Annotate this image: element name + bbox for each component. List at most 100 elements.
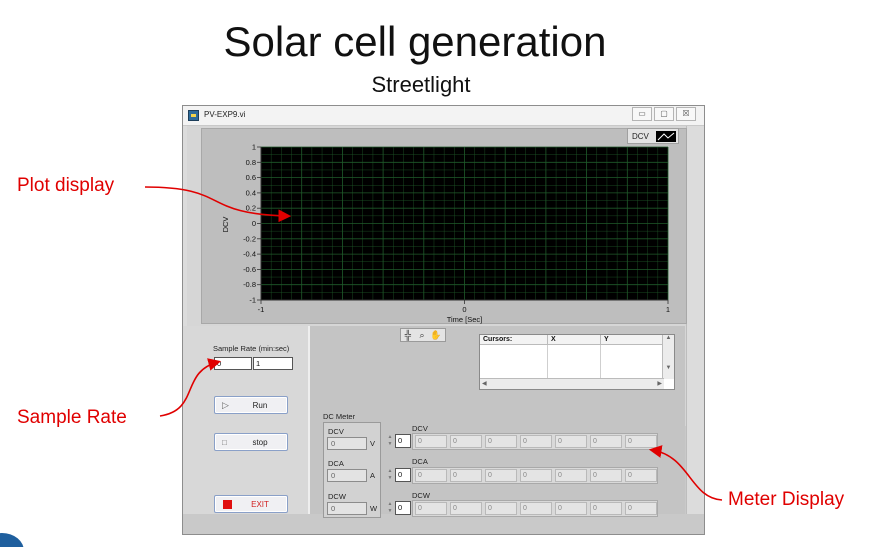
plot-legend-label: DCV	[632, 132, 649, 141]
dcw-array-cell: 0	[485, 502, 517, 515]
dcw-array-label: DCW	[412, 491, 430, 500]
scroll-left-icon[interactable]: ◀	[482, 380, 487, 387]
close-icon: ☒	[682, 109, 690, 118]
cursor-header-x: X	[548, 335, 601, 345]
stop-button[interactable]: □ stop	[214, 433, 288, 451]
dcw-array-cell: 0	[450, 502, 482, 515]
dca-index-value[interactable]: 0	[395, 468, 411, 482]
labview-vi-icon	[188, 110, 199, 121]
pan-hand-icon[interactable]: ✋	[429, 329, 443, 341]
dcv-array-cell: 0	[450, 435, 482, 448]
y-axis-label: DCV	[221, 217, 230, 233]
x-tick-label: 0	[462, 305, 466, 314]
dcv-array-cell: 0	[590, 435, 622, 448]
plot-display-annotation: Plot display	[17, 175, 115, 196]
meter-display-annotation: Meter Display	[728, 489, 845, 510]
crosshair-tool-icon[interactable]: ╬	[401, 329, 415, 341]
window-title: PV-EXP9.vi	[204, 110, 246, 119]
dcv-index-value[interactable]: 0	[395, 434, 411, 448]
scroll-up-icon[interactable]: ▲	[663, 335, 674, 341]
dcw-meter-label: DCW	[328, 492, 346, 501]
y-tick-label: 0.8	[246, 158, 256, 167]
cursor-horizontal-scrollbar[interactable]: ◀ ▶	[480, 378, 664, 389]
dcv-meter-value: 0	[327, 437, 367, 450]
line-style-icon	[656, 131, 676, 142]
stepper-arrows-icon[interactable]: ▲ ▼	[386, 501, 394, 515]
graph-tool-palette[interactable]: ╬ ⌕ ✋	[400, 328, 446, 342]
dcw-array-cell: 0	[590, 502, 622, 515]
dcw-meter-value: 0	[327, 502, 367, 515]
dca-array-cell: 0	[625, 469, 657, 482]
dcw-array-cell: 0	[625, 502, 657, 515]
stepper-arrows-icon[interactable]: ▲ ▼	[386, 434, 394, 448]
minimize-icon: ▭	[638, 109, 646, 118]
slide: Solar cell generation Streetlight PV-EXP…	[0, 0, 878, 547]
dcv-array-label: DCV	[412, 424, 428, 433]
dcv-unit: V	[370, 439, 376, 448]
dcv-array-cell: 0	[555, 435, 587, 448]
sample-rate-sec-input[interactable]: 1	[253, 357, 293, 370]
dca-meter-value: 0	[327, 469, 367, 482]
scroll-right-icon[interactable]: ▶	[657, 380, 662, 387]
plot-legend[interactable]: DCV	[627, 128, 679, 144]
scroll-down-icon[interactable]: ▼	[663, 365, 674, 371]
run-button-label: Run	[252, 401, 268, 410]
y-tick-label: -0.2	[243, 234, 256, 243]
maximize-button[interactable]: ▢	[654, 107, 674, 121]
dca-array: 0 0 0 0 0 0 0	[412, 467, 658, 484]
run-button[interactable]: ▷ Run	[214, 396, 288, 414]
stop-button-label: stop	[252, 438, 268, 447]
dcv-meter-label: DCV	[328, 427, 344, 436]
dcw-index-stepper[interactable]: ▲ ▼ 0	[386, 501, 412, 515]
cursor-column-x	[548, 345, 601, 379]
y-tick-label: 0.2	[246, 204, 256, 213]
cursor-legend[interactable]: Cursors: X Y ▲ ▼ ◀ ▶	[479, 334, 675, 390]
dca-index-stepper[interactable]: ▲ ▼ 0	[386, 468, 412, 482]
slide-title: Solar cell generation	[223, 18, 607, 65]
window-titlebar[interactable]: PV-EXP9.vi ▭ ▢ ☒	[183, 106, 704, 126]
y-tick-label: -0.4	[243, 250, 256, 259]
y-tick-label: 1	[252, 143, 256, 152]
minimize-button[interactable]: ▭	[632, 107, 652, 121]
dcw-array: 0 0 0 0 0 0 0	[412, 500, 658, 517]
stepper-arrows-icon[interactable]: ▲ ▼	[386, 468, 394, 482]
dca-meter-label: DCA	[328, 459, 344, 468]
y-tick-label: 0.6	[246, 173, 256, 182]
dcw-unit: W	[370, 504, 378, 513]
labview-window: PV-EXP9.vi ▭ ▢ ☒ 1 0.8 0.6 0.4 0.2 0 -0.2 -0.4 -…	[182, 105, 705, 535]
close-button[interactable]: ☒	[676, 107, 696, 121]
cursor-header-y: Y	[601, 335, 664, 345]
cursor-column-y	[601, 345, 664, 379]
dca-array-cell: 0	[415, 469, 447, 482]
x-axis-label: Time [Sec]	[447, 315, 483, 324]
dca-array-label: DCA	[412, 457, 428, 466]
cursor-vertical-scrollbar[interactable]: ▲ ▼	[662, 335, 674, 379]
zoom-tool-icon[interactable]: ⌕	[415, 329, 429, 341]
y-tick-label: -0.6	[243, 265, 256, 274]
sample-rate-min-input[interactable]: 0	[214, 357, 252, 370]
dcv-array: 0 0 0 0 0 0 0	[412, 433, 658, 450]
dca-array-cell: 0	[590, 469, 622, 482]
dcw-array-cell: 0	[520, 502, 552, 515]
waveform-chart-frame: 1 0.8 0.6 0.4 0.2 0 -0.2 -0.4 -0.6 -0.8 -1 -1 0 1 Time…	[201, 128, 687, 324]
dcw-array-cell: 0	[415, 502, 447, 515]
x-tick-label: -1	[258, 305, 265, 314]
waveform-chart[interactable]: 1 0.8 0.6 0.4 0.2 0 -0.2 -0.4 -0.6 -0.8 -1-1 0 1 Time…	[202, 129, 688, 325]
dcw-array-cell: 0	[555, 502, 587, 515]
dca-array-cell: 0	[520, 469, 552, 482]
cursor-header-name: Cursors:	[480, 335, 548, 345]
cursor-column-name	[480, 345, 548, 379]
dcv-array-cell: 0	[625, 435, 657, 448]
dca-array-cell: 0	[555, 469, 587, 482]
exit-button[interactable]: EXIT	[214, 495, 288, 513]
slide-subtitle: Streetlight	[371, 72, 471, 97]
dca-array-cell: 0	[450, 469, 482, 482]
y-tick-label: 0	[252, 219, 256, 228]
sample-rate-label: Sample Rate (min:sec)	[213, 344, 290, 353]
dca-array-cell: 0	[485, 469, 517, 482]
panel-vertical-scrollbar[interactable]	[686, 126, 704, 514]
x-tick-label: 1	[666, 305, 670, 314]
dcw-index-value[interactable]: 0	[395, 501, 411, 515]
dcv-index-stepper[interactable]: ▲ ▼ 0	[386, 434, 412, 448]
dc-meter-label: DC Meter	[323, 412, 356, 421]
